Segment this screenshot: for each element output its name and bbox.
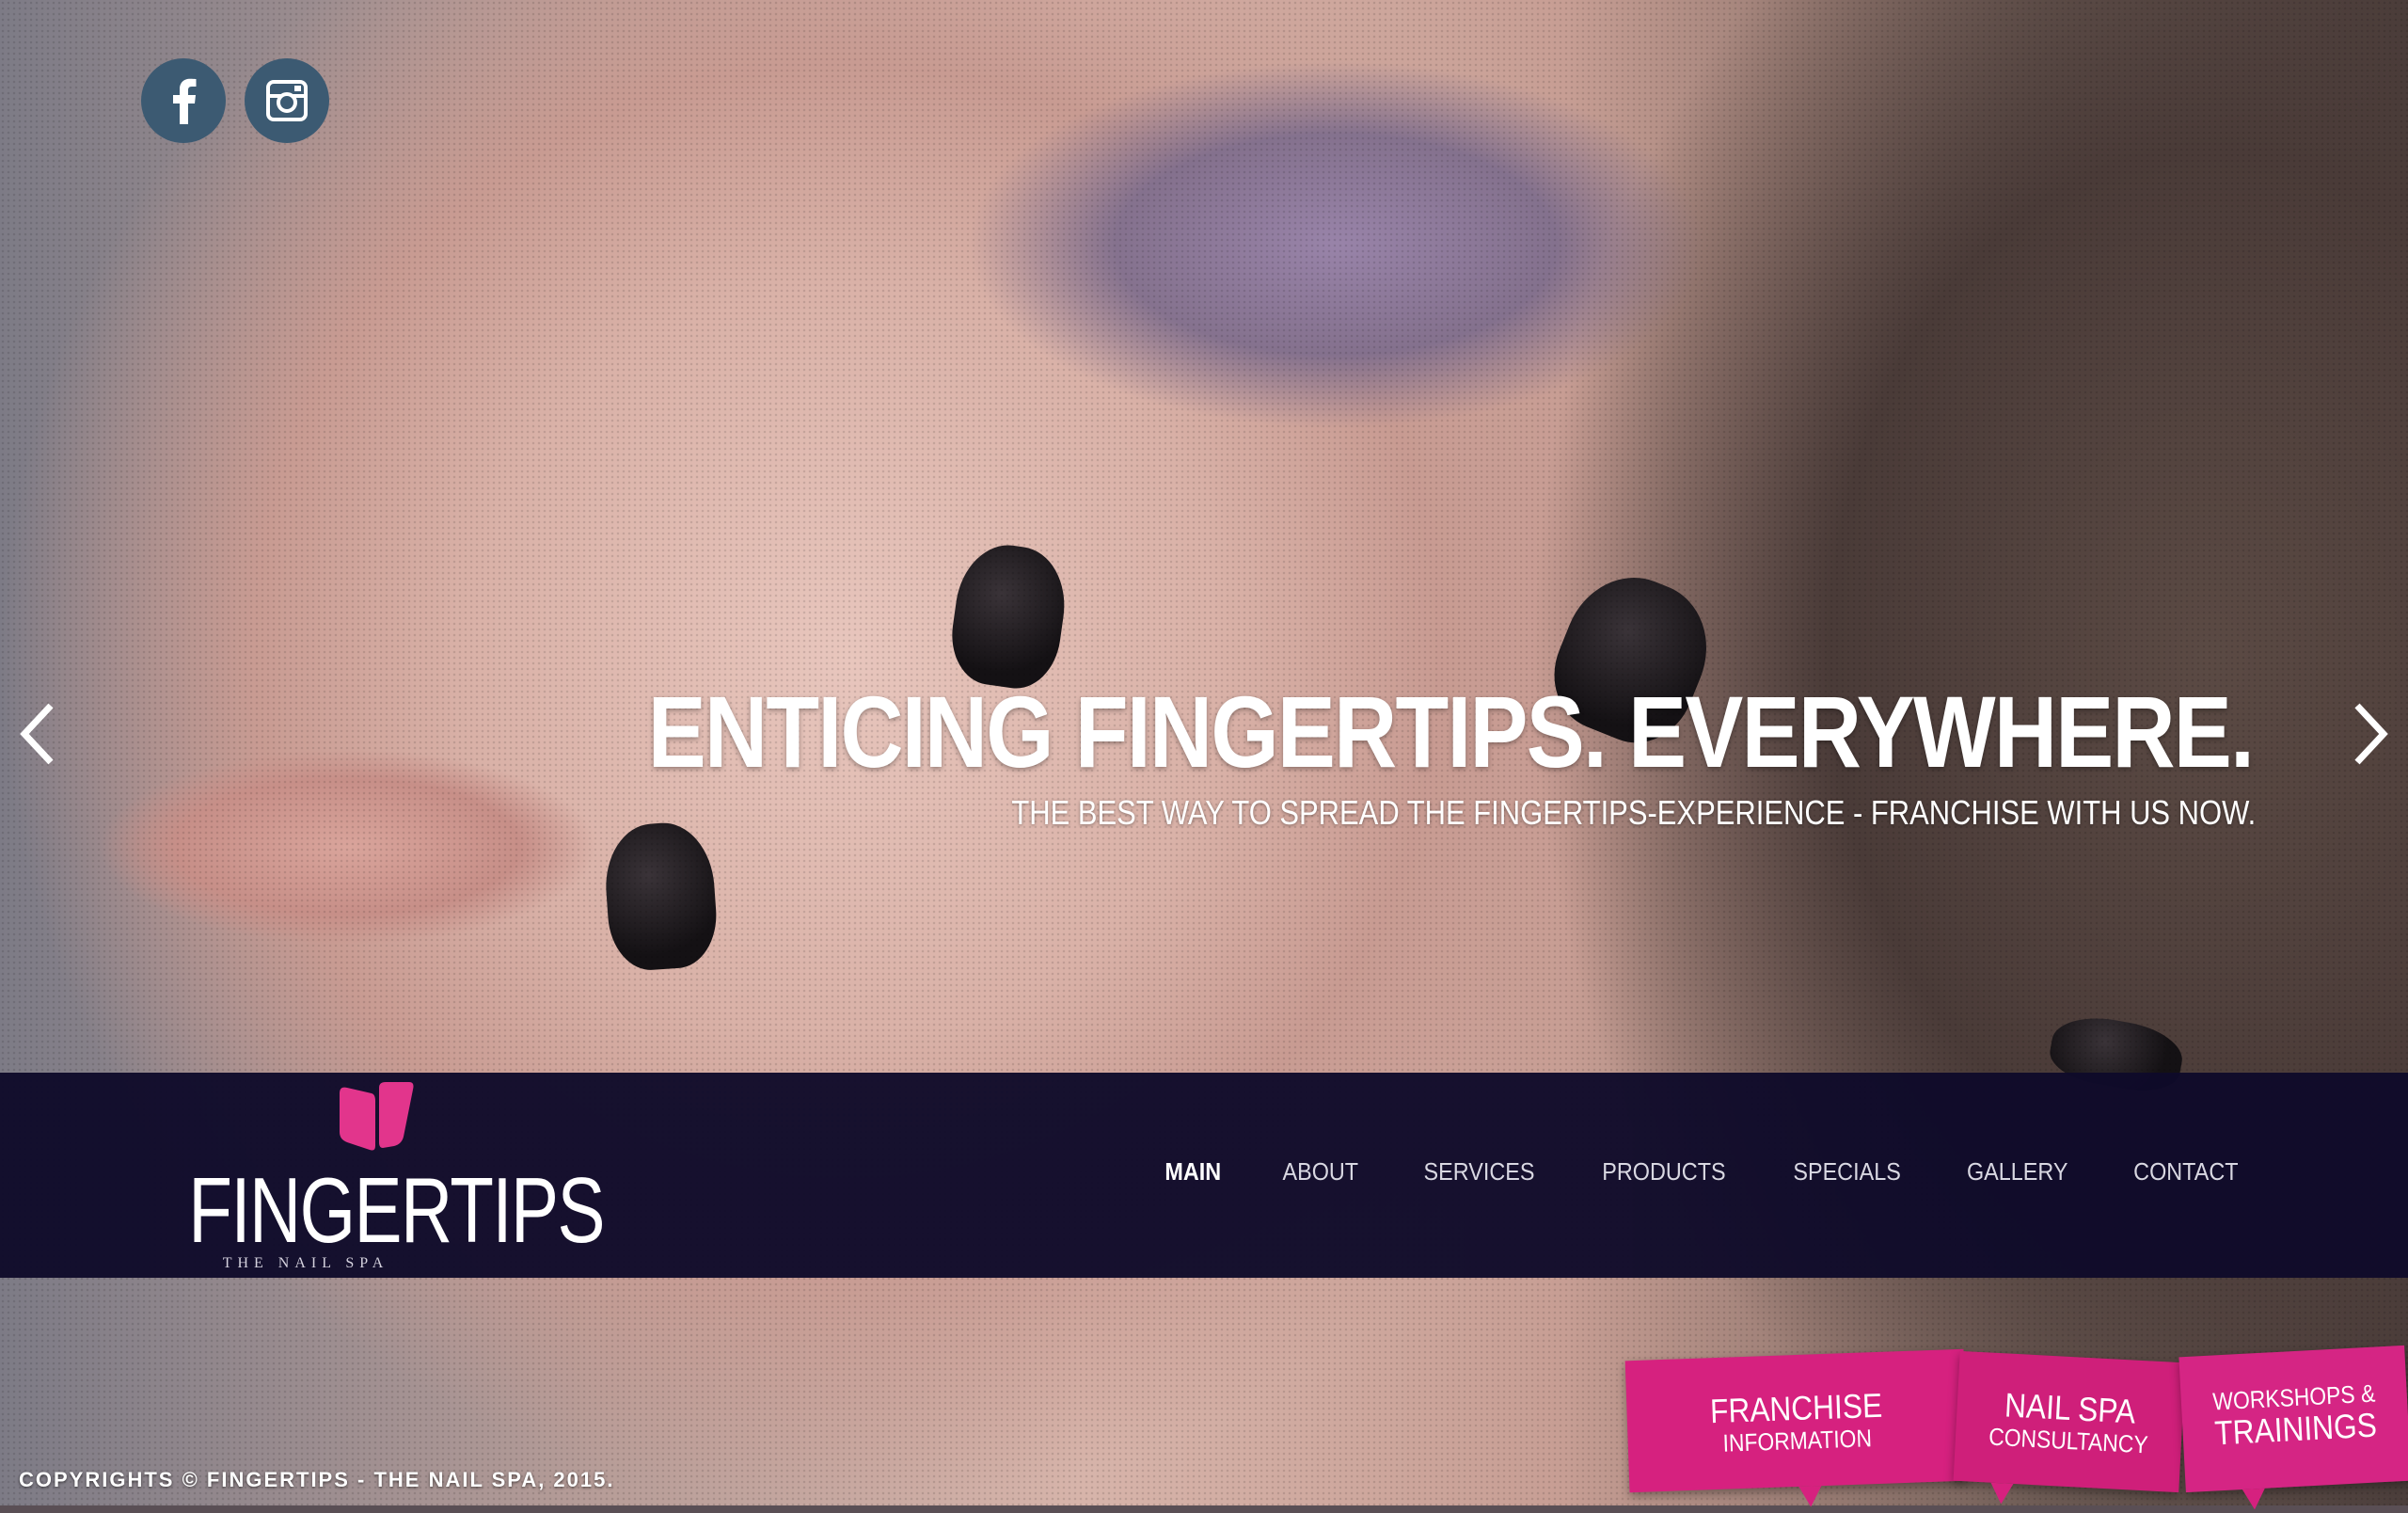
logo-mark-icon: [340, 1082, 414, 1151]
main-menu: MAIN ABOUT SERVICES PRODUCTS SPECIALS GA…: [1162, 1157, 2244, 1187]
slider-prev-button[interactable]: [9, 696, 66, 772]
chevron-right-icon: [2354, 703, 2388, 765]
slider-subline: THE BEST WAY TO SPREAD THE FINGERTIPS-EX…: [1011, 793, 2256, 832]
slider-next-button[interactable]: [2342, 696, 2399, 772]
logo-wordmark: FINGERTIPS: [188, 1158, 605, 1262]
facebook-icon: [173, 78, 197, 124]
franchise-information-button[interactable]: FRANCHISE INFORMATION: [1624, 1348, 1969, 1507]
slider-headline: ENTICING FINGERTIPS. EVERYWHERE.: [647, 675, 2255, 788]
workshops-trainings-button[interactable]: WORKSHOPS & TRAININGS: [2178, 1345, 2408, 1511]
chevron-left-icon: [20, 703, 54, 765]
nav-item-products[interactable]: PRODUCTS: [1602, 1157, 1725, 1187]
tag-subtitle: TRAININGS: [2213, 1405, 2378, 1453]
instagram-link[interactable]: [245, 58, 329, 143]
copyright-text: COPYRIGHTS © FINGERTIPS - THE NAIL SPA, …: [19, 1468, 615, 1491]
nav-item-specials[interactable]: SPECIALS: [1793, 1157, 1900, 1187]
nav-item-gallery[interactable]: GALLERY: [1967, 1157, 2068, 1187]
social-links: [141, 58, 329, 143]
instagram-icon: [266, 80, 308, 121]
facebook-link[interactable]: [141, 58, 226, 143]
nav-item-contact[interactable]: CONTACT: [2133, 1157, 2238, 1187]
nav-item-about[interactable]: ABOUT: [1283, 1157, 1359, 1187]
nail-spa-consultancy-button[interactable]: NAIL SPA CONSULTANCY: [1953, 1350, 2186, 1505]
nav-item-main[interactable]: MAIN: [1164, 1157, 1221, 1187]
site-logo[interactable]: FINGERTIPS THE NAIL SPA: [155, 1080, 605, 1278]
nav-item-services[interactable]: SERVICES: [1423, 1157, 1534, 1187]
logo-tagline: THE NAIL SPA: [222, 1255, 389, 1271]
